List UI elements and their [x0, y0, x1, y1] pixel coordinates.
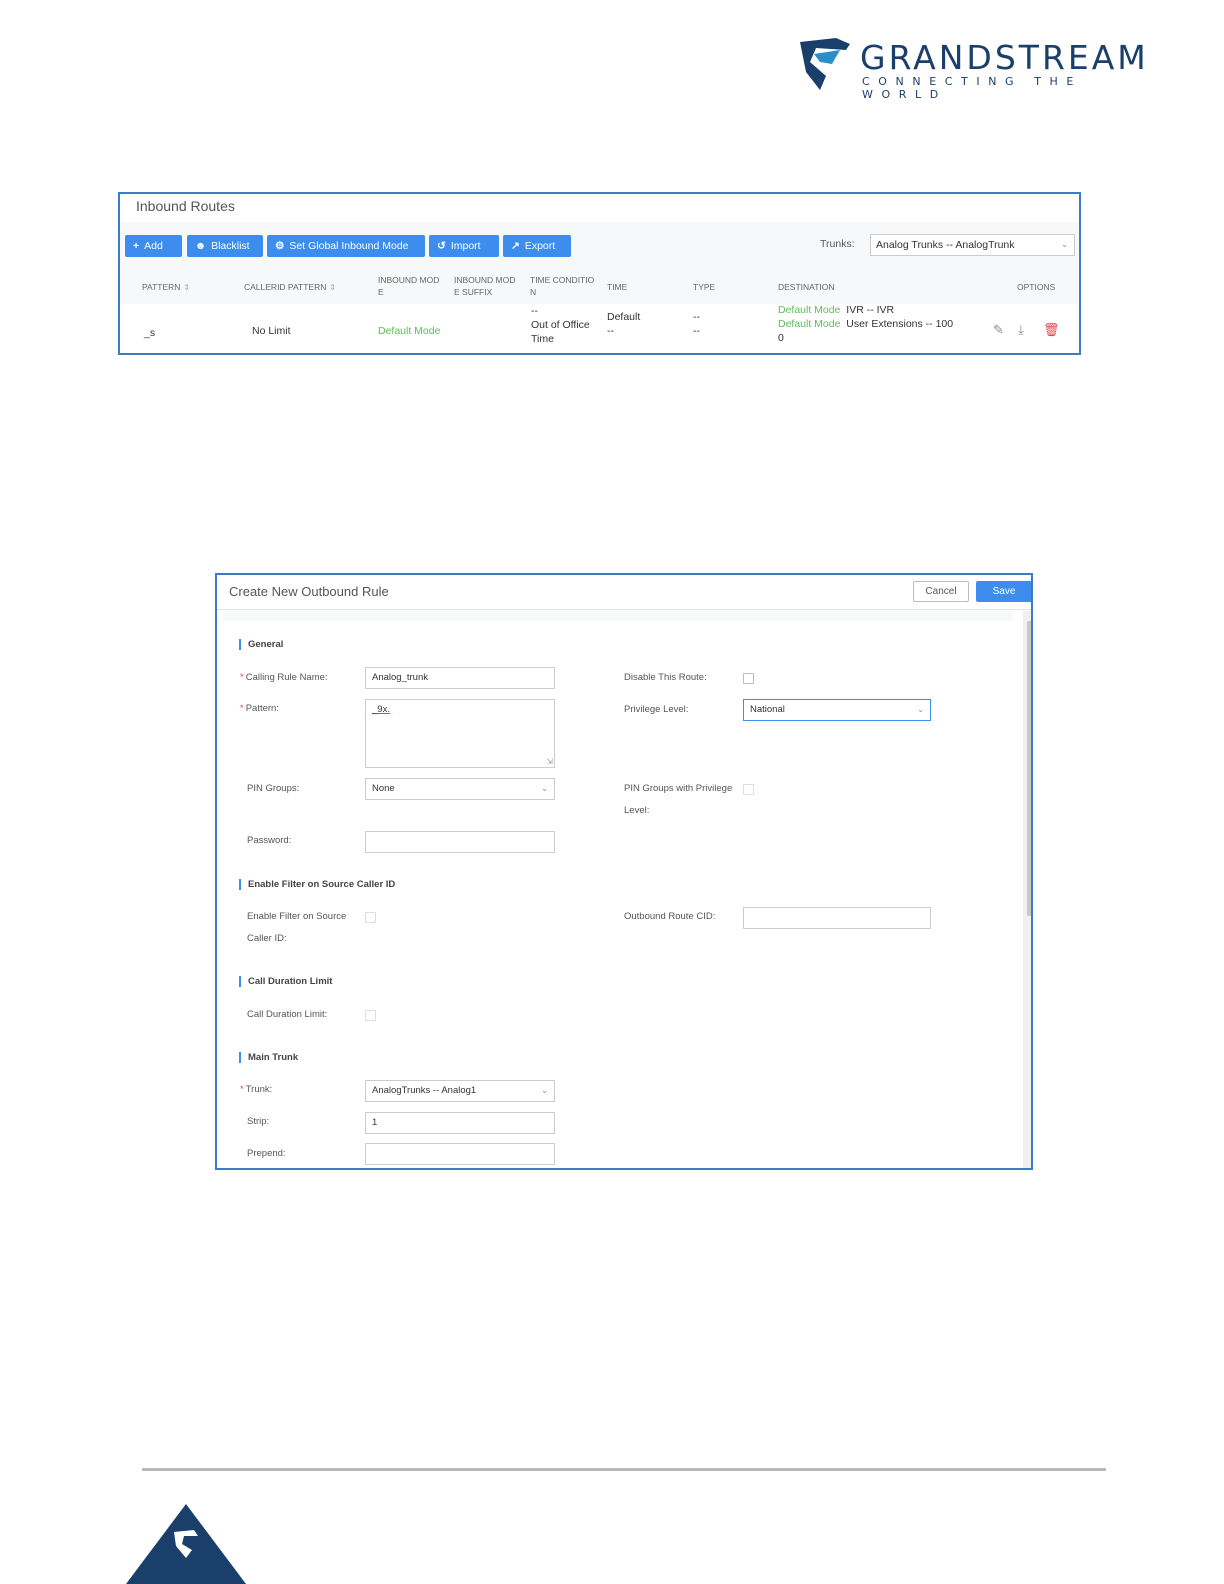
dialog-title: Create New Outbound Rule	[229, 584, 389, 599]
footer-divider	[142, 1468, 1106, 1471]
plus-icon: +	[133, 240, 140, 252]
filter-source-caller-id-label: Enable Filter on Source Caller ID:	[247, 911, 347, 944]
col-destination: DESTINATION	[778, 282, 835, 292]
cancel-button[interactable]: Cancel	[913, 581, 969, 602]
row-callerid: No Limit	[252, 325, 291, 337]
chevron-down-icon: ⌄	[541, 784, 548, 793]
calling-rule-name-label: * Calling Rule Name:	[240, 672, 328, 683]
outbound-route-cid-input[interactable]	[743, 907, 931, 929]
scrollbar-thumb[interactable]	[1027, 621, 1031, 916]
strip-input[interactable]: 1	[365, 1112, 555, 1134]
col-pattern[interactable]: PATTERN ⇕	[142, 281, 190, 294]
download-icon[interactable]: ⤓	[1018, 322, 1024, 338]
gear-icon: ⚙	[275, 240, 285, 252]
dialog-header: Create New Outbound Rule Cancel Save	[217, 575, 1031, 610]
blacklist-button[interactable]: ☻ Blacklist	[187, 235, 263, 257]
resize-handle-icon[interactable]: ⇲	[546, 757, 553, 766]
delete-icon[interactable]: 🗑	[1043, 322, 1060, 338]
section-call-duration: Call Duration Limit	[239, 976, 332, 987]
logo-tagline: CONNECTING THE WORLD	[862, 75, 1082, 101]
calling-rule-name-input[interactable]: Analog_trunk	[365, 667, 555, 689]
row-type: -- --	[693, 311, 700, 337]
filter-source-caller-id-checkbox[interactable]	[365, 912, 376, 923]
col-callerid-pattern[interactable]: CALLERID PATTERN ⇕	[244, 281, 336, 294]
call-duration-limit-checkbox[interactable]	[365, 1010, 376, 1021]
call-duration-limit-label: Call Duration Limit:	[247, 1009, 328, 1020]
pin-groups-label: PIN Groups:	[247, 783, 300, 794]
grandstream-logo: GRANDSTREAM CONNECTING THE WORLD	[796, 36, 1176, 101]
pin-groups-privilege-checkbox[interactable]	[743, 784, 754, 795]
pin-groups-select[interactable]: None ⌄	[365, 778, 555, 800]
create-outbound-rule-dialog: Create New Outbound Rule Cancel Save Gen…	[215, 573, 1033, 1170]
col-inbound-mode-suffix: INBOUND MOD E SUFFIX	[454, 275, 516, 297]
row-destination: Default Mode IVR -- IVR Default Mode Use…	[778, 304, 954, 344]
pattern-textarea[interactable]: _9x. ⇲	[365, 699, 555, 768]
privilege-level-label: Privilege Level:	[624, 704, 689, 715]
logo-wordmark: GRANDSTREAM	[860, 38, 1149, 77]
disable-route-checkbox[interactable]	[743, 673, 754, 684]
col-time-condition: TIME CONDITIO N	[530, 275, 595, 297]
row-time-condition: -- Out of Office Time	[531, 305, 590, 345]
inbound-title: Inbound Routes	[136, 198, 235, 214]
user-block-icon: ☻	[195, 240, 207, 252]
export-icon: ↗	[511, 240, 520, 252]
sort-icon: ⇕	[329, 283, 337, 292]
password-label: Password:	[247, 835, 292, 846]
pin-groups-privilege-label: PIN Groups with Privilege Level:	[624, 783, 733, 816]
table-row: _s No Limit Default Mode -- Out of Offic…	[126, 304, 1074, 353]
section-filter-caller-id: Enable Filter on Source Caller ID	[239, 879, 395, 890]
inbound-routes-panel: Inbound Routes + Add ☻ Blacklist ⚙ Set Glob…	[118, 192, 1081, 355]
inbound-table-header: PATTERN ⇕ CALLERID PATTERN ⇕ INBOUND MOD E …	[120, 270, 1079, 304]
sort-icon: ⇕	[183, 283, 191, 292]
password-input[interactable]	[365, 831, 555, 853]
disable-route-label: Disable This Route:	[624, 672, 707, 683]
import-icon: ↺	[437, 240, 446, 252]
save-button[interactable]: Save	[976, 581, 1031, 602]
col-options: OPTIONS	[1017, 282, 1056, 292]
chevron-down-icon: ⌄	[917, 705, 924, 714]
col-type: TYPE	[693, 282, 716, 292]
section-main-trunk: Main Trunk	[239, 1052, 298, 1063]
prepend-label: Prepend:	[247, 1148, 286, 1159]
trunks-select[interactable]: Analog Trunks -- AnalogTrunk ⌄	[870, 234, 1075, 256]
strip-label: Strip:	[247, 1116, 270, 1127]
col-inbound-mode: INBOUND MOD E	[378, 275, 440, 297]
edit-icon[interactable]: ✎	[993, 322, 1004, 338]
section-general: General	[239, 639, 283, 650]
col-time: TIME	[607, 282, 628, 292]
prepend-input[interactable]	[365, 1143, 555, 1165]
chevron-down-icon: ⌄	[1061, 240, 1068, 249]
footer-brand-triangle	[126, 1504, 246, 1584]
trunk-label: * Trunk:	[240, 1084, 273, 1095]
chevron-down-icon: ⌄	[541, 1086, 548, 1095]
import-button[interactable]: ↺ Import	[429, 235, 499, 257]
export-button[interactable]: ↗ Export	[503, 235, 571, 257]
trunk-select[interactable]: AnalogTrunks -- Analog1 ⌄	[365, 1080, 555, 1102]
row-pattern: _s	[144, 327, 156, 339]
grandstream-swoosh-icon	[800, 38, 850, 90]
row-inbound-mode: Default Mode	[378, 325, 441, 337]
outbound-route-cid-label: Outbound Route CID:	[624, 911, 716, 922]
row-time: Default --	[607, 311, 641, 337]
pattern-label: * Pattern:	[240, 703, 279, 714]
add-button[interactable]: + Add	[125, 235, 182, 257]
privilege-level-select[interactable]: National ⌄	[743, 699, 931, 721]
trunks-label: Trunks:	[820, 238, 855, 250]
set-global-inbound-mode-button[interactable]: ⚙ Set Global Inbound Mode	[267, 235, 425, 257]
outbound-form: General * Calling Rule Name: Analog_trunk…	[223, 621, 1013, 1168]
dialog-body: General * Calling Rule Name: Analog_trunk…	[223, 611, 1013, 1168]
